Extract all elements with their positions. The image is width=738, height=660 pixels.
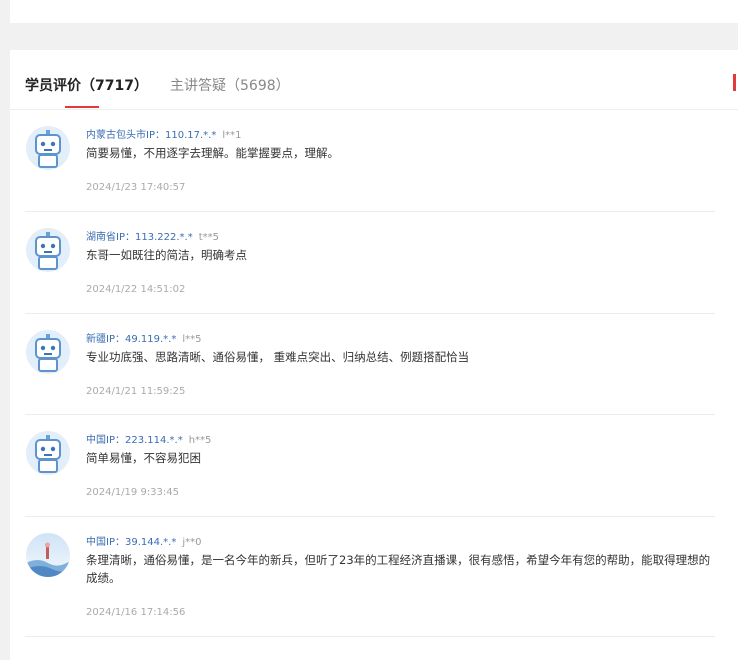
active-tab-indicator	[65, 106, 99, 108]
review-time: 2024/1/16 17:14:56	[86, 607, 186, 618]
reviews-panel: 学员评价（7717） 主讲答疑（5698） 内蒙古包头市IP：110.17.*.…	[10, 50, 738, 660]
review-item: 新疆IP：49.119.*.* l**5 专业功底强、思路清晰、通俗易懂， 重难点…	[25, 314, 715, 415]
review-time: 2024/1/19 9:33:45	[86, 487, 180, 498]
review-content: 专业功底强、思路清晰、通俗易懂， 重难点突出、归纳总结、例题搭配恰当	[86, 350, 470, 364]
review-content: 简单易懂，不容易犯困	[86, 451, 201, 465]
review-time: 2024/1/23 17:40:57	[86, 182, 186, 193]
review-item: 中国IP：39.144.*.* j**0 条理清晰，通俗易懂，是一名今年的新兵，但…	[25, 517, 715, 637]
side-marker	[733, 74, 736, 91]
review-user: h**5	[188, 435, 212, 446]
review-location: 中国IP：223.114.*.*	[86, 435, 183, 446]
review-user: l**5	[182, 334, 202, 345]
review-location: 湖南省IP：113.222.*.*	[86, 232, 193, 243]
review-location: 内蒙古包头市IP：110.17.*.*	[86, 130, 217, 141]
review-location: 新疆IP：49.119.*.*	[86, 334, 177, 345]
review-location: 中国IP：39.144.*.*	[86, 537, 177, 548]
review-item: 湖南省IP：113.222.*.* t**5 东哥一如既往的简洁，明确考点 202…	[25, 212, 715, 314]
tab-bar: 学员评价（7717） 主讲答疑（5698）	[10, 50, 738, 110]
review-list: 内蒙古包头市IP：110.17.*.* l**1 简要易懂，不用逐字去理解。能掌握…	[25, 110, 715, 637]
review-user: l**1	[222, 130, 242, 141]
robot-avatar	[26, 431, 70, 475]
review-item: 中国IP：223.114.*.* h**5 简单易懂，不容易犯困 2024/1/1…	[25, 415, 715, 517]
review-time: 2024/1/22 14:51:02	[86, 284, 186, 295]
robot-avatar	[26, 228, 70, 272]
review-item: 内蒙古包头市IP：110.17.*.* l**1 简要易懂，不用逐字去理解。能掌握…	[25, 110, 715, 212]
review-user: j**0	[182, 537, 202, 548]
review-content: 东哥一如既往的简洁，明确考点	[86, 248, 247, 262]
review-content: 条理清晰，通俗易懂，是一名今年的新兵，但听了23年的工程经济直播课，很有感悟，希…	[86, 553, 711, 585]
review-content: 简要易懂，不用逐字去理解。能掌握要点，理解。	[86, 146, 339, 160]
robot-avatar	[26, 330, 70, 374]
review-meta: 新疆IP：49.119.*.* l**5	[86, 330, 201, 345]
top-panel	[10, 0, 738, 23]
tab-student-reviews[interactable]: 学员评价（7717）	[25, 75, 148, 95]
tab-instructor-qa[interactable]: 主讲答疑（5698）	[170, 75, 290, 95]
review-meta: 中国IP：39.144.*.* j**0	[86, 533, 201, 548]
landscape-avatar	[26, 533, 70, 577]
review-user: t**5	[198, 232, 219, 243]
review-meta: 内蒙古包头市IP：110.17.*.* l**1	[86, 126, 241, 141]
review-meta: 中国IP：223.114.*.* h**5	[86, 431, 211, 446]
review-meta: 湖南省IP：113.222.*.* t**5	[86, 228, 219, 243]
review-time: 2024/1/21 11:59:25	[86, 386, 186, 397]
robot-avatar	[26, 126, 70, 170]
